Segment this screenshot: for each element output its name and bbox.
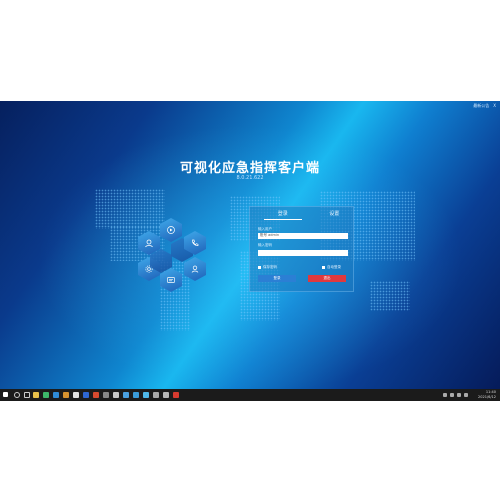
login-panel: 登录 设置 输入用户 账号 admin 输入密码 保存密码 自动登录 登录 退出 [249, 206, 354, 292]
app-icon[interactable] [163, 392, 169, 398]
remember-checkbox[interactable]: 保存密码 [258, 265, 277, 270]
app-icon[interactable] [53, 392, 59, 398]
password-label: 输入密码 [258, 243, 272, 247]
input-method-icon[interactable] [464, 393, 468, 397]
task-view-icon[interactable] [24, 392, 30, 398]
app-title: 可视化应急指挥客户端 [179, 161, 320, 176]
autologin-label: 自动登录 [327, 265, 341, 269]
clock[interactable]: 11:40 2021/6/12 [478, 390, 496, 399]
login-tabs: 登录 设置 [250, 210, 353, 220]
app-icon[interactable] [153, 392, 159, 398]
network-icon[interactable] [450, 393, 454, 397]
app-icon[interactable] [143, 392, 149, 398]
remember-label: 保存密码 [263, 265, 277, 269]
checkbox-icon [258, 266, 261, 269]
world-map-oc [370, 281, 410, 311]
username-input[interactable]: 账号 admin [258, 233, 348, 239]
app-icon[interactable] [73, 392, 79, 398]
system-tray [443, 393, 468, 397]
app-version: 8.0.21.622 [236, 175, 264, 181]
app-window: 最新公告 X 可视化应急指挥客户端 8.0.21.622 登录 设置 输入用户 … [0, 101, 500, 389]
app-icon[interactable] [103, 392, 109, 398]
username-label: 输入用户 [258, 227, 272, 231]
volume-icon[interactable] [457, 393, 461, 397]
app-icon[interactable] [93, 392, 99, 398]
app-icon[interactable] [113, 392, 119, 398]
login-button[interactable]: 登录 [258, 275, 296, 282]
app-icon[interactable] [63, 392, 69, 398]
announcement-link[interactable]: 最新公告 [473, 103, 489, 109]
close-icon[interactable]: X [493, 103, 496, 109]
autologin-checkbox[interactable]: 自动登录 [322, 265, 341, 270]
password-input[interactable] [258, 250, 348, 256]
top-right-bar: 最新公告 X [473, 103, 496, 109]
checkbox-icon [322, 266, 325, 269]
app-icon[interactable] [173, 392, 179, 398]
clock-date: 2021/6/12 [478, 394, 496, 399]
exit-button[interactable]: 退出 [308, 275, 346, 282]
tab-settings[interactable]: 设置 [316, 210, 354, 220]
app-icon[interactable] [123, 392, 129, 398]
tab-login[interactable]: 登录 [264, 210, 302, 220]
app-icon[interactable] [83, 392, 89, 398]
app-icon[interactable] [133, 392, 139, 398]
explorer-icon[interactable] [33, 392, 39, 398]
search-icon[interactable] [14, 392, 20, 398]
world-map [95, 189, 165, 229]
app-icon[interactable] [43, 392, 49, 398]
chevron-up-icon[interactable] [443, 393, 447, 397]
taskbar: 11:40 2021/6/12 [0, 389, 500, 401]
windows-icon[interactable] [3, 392, 8, 397]
